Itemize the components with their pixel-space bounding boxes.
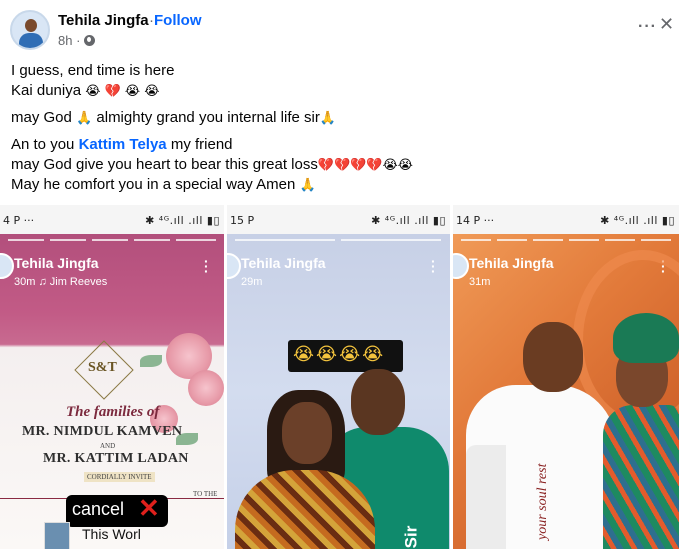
post-text-line-6: May he comfort you in a special way Amen… [11, 175, 316, 196]
invite-line-3: MR. KATTIM LADAN [43, 451, 189, 466]
line-4-prefix: An to you [11, 136, 75, 153]
progress-bar [235, 239, 335, 241]
progress-bar [92, 239, 128, 241]
story-screenshot-2[interactable]: 15 P ✱ ⁴ᴳ.ıll .ıll ▮▯ Tehila Jingfa 29m … [227, 205, 450, 549]
progress-bar [461, 239, 491, 241]
cancel-text: cancel [72, 499, 125, 519]
music-title: This Worl [82, 526, 141, 542]
status-time: 4 P ··· [3, 214, 35, 227]
line-3-rest: almighty grand you internal life sir [96, 109, 320, 126]
pray-emoji-3: 🙏 [299, 178, 316, 193]
pray-emoji: 🙏 [76, 111, 93, 126]
story-more-icon: · · · [204, 253, 209, 279]
post-text-line-3: may God 🙏 almighty grand you internal li… [11, 108, 336, 129]
invite-and: AND [100, 442, 116, 450]
author-name[interactable]: Tehila Jingfa [58, 12, 149, 29]
music-thumbnail [44, 522, 70, 549]
heartbreak-crying-emoji: 💔💔💔💔😭😭 [317, 158, 413, 173]
crying-emoji-caption: 😭😭😭😭 [293, 344, 386, 365]
line-6-text: May he comfort you in a special way Amen [11, 176, 296, 193]
post-text-line-1: I guess, end time is here [11, 62, 175, 79]
avatar-head [25, 19, 37, 32]
story-screenshot-3[interactable]: 14 P ··· ✱ ⁴ᴳ.ıll .ıll ▮▯ Tehila Jingfa … [453, 205, 679, 549]
progress-bar [569, 239, 599, 241]
signal-icons: ✱ ⁴ᴳ.ıll .ıll ▮▯ [145, 214, 220, 227]
signal-icons: ✱ ⁴ᴳ.ıll .ıll ▮▯ [600, 214, 675, 227]
line-5-text: may God give you heart to bear this grea… [11, 156, 318, 173]
man-head [523, 322, 583, 392]
woman-head [282, 402, 332, 464]
invite-cordially: CORDIALLY INVITE [84, 472, 155, 482]
progress-bar [176, 239, 216, 241]
post-text-line-5: may God give you heart to bear this grea… [11, 155, 413, 176]
crying-heartbreak-emoji: 😭 💔 😭 😭 [85, 84, 160, 99]
signal-icons: ✱ ⁴ᴳ.ıll .ıll ▮▯ [371, 214, 446, 227]
status-bar: 14 P ··· ✱ ⁴ᴳ.ıll .ıll ▮▯ [453, 205, 679, 234]
side-text: Sir [401, 525, 421, 549]
story-more-icon: · · · [431, 253, 436, 279]
globe-icon [84, 35, 95, 46]
post-header: Tehila Jingfa · Follow 8h · ··· ✕ [0, 0, 679, 58]
line-3-text: may God [11, 109, 72, 126]
avatar-body [19, 33, 43, 48]
invite-line-2: MR. NIMDUL KAMVEN [22, 424, 183, 439]
red-x-icon: ✕ [138, 493, 160, 523]
post-text-line-4: An to you Kattim Telya my friend [11, 135, 233, 155]
mention-link[interactable]: Kattim Telya [79, 136, 167, 153]
man-head [351, 369, 405, 435]
progress-bar [8, 239, 44, 241]
status-bar: 4 P ··· ✱ ⁴ᴳ.ıll .ıll ▮▯ [0, 205, 224, 234]
pray-emoji-2: 🙏 [319, 111, 337, 126]
post-text-line-2: Kai duniya 😭 💔 😭 😭 [11, 81, 159, 102]
progress-bar [50, 239, 86, 241]
story-screenshot-1[interactable]: 4 P ··· ✱ ⁴ᴳ.ıll .ıll ▮▯ Tehila Jingfa 3… [0, 205, 224, 549]
invite-line-1: The families of [66, 404, 160, 420]
status-bar: 15 P ✱ ⁴ᴳ.ıll .ıll ▮▯ [227, 205, 450, 234]
more-horizontal-icon[interactable]: ··· [638, 18, 657, 36]
monogram-text: S&T [88, 360, 117, 375]
woman-figure [603, 405, 679, 549]
side-text: your soul rest [535, 463, 550, 540]
status-time: 14 P ··· [456, 214, 495, 227]
shirt-shadow [466, 445, 506, 549]
rose-decoration [188, 370, 224, 406]
follow-button[interactable]: Follow [154, 12, 202, 29]
progress-bar [533, 239, 563, 241]
story-author: Tehila Jingfa [469, 255, 554, 271]
progress-bar [641, 239, 671, 241]
status-time: 15 P [230, 214, 255, 227]
progress-bar [605, 239, 635, 241]
story-subtitle: 29m [241, 276, 263, 288]
progress-bar [497, 239, 527, 241]
close-icon[interactable]: ✕ [659, 14, 674, 35]
leaf-decoration [140, 355, 162, 367]
story-subtitle: 30m ♫ Jim Reeves [14, 276, 108, 288]
line-4-suffix: my friend [170, 136, 233, 153]
author-avatar[interactable] [10, 10, 50, 50]
story-author: Tehila Jingfa [241, 255, 326, 271]
story-author: Tehila Jingfa [14, 255, 99, 271]
progress-bar [134, 239, 170, 241]
story-subtitle: 31m [469, 276, 491, 288]
woman-headwrap [613, 313, 679, 363]
post-time[interactable]: 8h · [58, 33, 80, 48]
invite-to-the: TO THE [193, 490, 218, 498]
progress-bar [341, 239, 441, 241]
line-2-text: Kai duniya [11, 82, 82, 99]
